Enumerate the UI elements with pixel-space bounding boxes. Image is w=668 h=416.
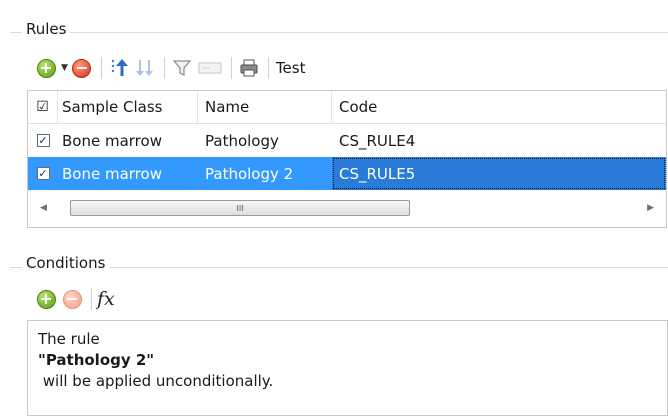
toolbar-separator bbox=[267, 57, 269, 79]
cell-name: Pathology 2 bbox=[205, 164, 294, 183]
scroll-right-icon[interactable]: ▶ bbox=[640, 203, 654, 213]
horizontal-scrollbar[interactable]: ◀ III ▶ bbox=[28, 189, 666, 227]
conditions-toolbar: + − fx bbox=[34, 285, 115, 313]
cell-name: Pathology bbox=[205, 131, 279, 150]
filter-icon bbox=[172, 60, 192, 76]
rules-group-title: Rules bbox=[22, 20, 71, 38]
filter-button[interactable] bbox=[170, 56, 194, 80]
remove-rule-button[interactable]: − bbox=[70, 56, 94, 80]
table-row-selected[interactable]: ✓ Bone marrow Pathology 2 CS_RULE5 bbox=[28, 157, 666, 190]
rules-group-border bbox=[10, 32, 668, 33]
cell-sample-class: Bone marrow bbox=[62, 164, 162, 183]
table-row[interactable]: ✓ Bone marrow Pathology CS_RULE4 bbox=[28, 124, 666, 157]
add-icon: + bbox=[36, 289, 56, 309]
conditions-group-title: Conditions bbox=[22, 254, 110, 272]
cell-code: CS_RULE4 bbox=[339, 131, 416, 150]
rules-table: ☑ Sample Class Name Code ✓ Bone marrow P… bbox=[27, 90, 667, 228]
description-rule-name: "Pathology 2" bbox=[38, 351, 155, 369]
rules-toolbar: + ▼ − Test bbox=[34, 54, 307, 82]
cell-sample-class: Bone marrow bbox=[62, 131, 162, 150]
column-header-code[interactable]: Code bbox=[332, 91, 666, 123]
toolbar-separator bbox=[91, 288, 92, 310]
column-header-name[interactable]: Name bbox=[198, 91, 332, 123]
remove-icon: − bbox=[62, 289, 82, 309]
description-line: will be applied unconditionally. bbox=[38, 372, 274, 390]
column-header-sample-class[interactable]: Sample Class bbox=[58, 91, 198, 123]
add-rule-button[interactable]: + bbox=[34, 56, 58, 80]
check-icon: ✓ bbox=[36, 134, 50, 147]
remove-condition-button[interactable]: − bbox=[60, 287, 84, 311]
add-condition-button[interactable]: + bbox=[34, 287, 58, 311]
move-up-button[interactable] bbox=[107, 56, 131, 80]
condition-description: The rule "Pathology 2" will be applied u… bbox=[27, 320, 668, 416]
select-all-check-icon: ☑ bbox=[36, 99, 49, 115]
table-header: ☑ Sample Class Name Code bbox=[28, 91, 666, 124]
toolbar-separator bbox=[100, 57, 102, 79]
description-line: The rule bbox=[38, 330, 100, 348]
move-down-icon bbox=[135, 60, 153, 76]
clear-filter-icon bbox=[198, 62, 222, 74]
toolbar-separator bbox=[163, 57, 165, 79]
cell-code[interactable]: CS_RULE5 bbox=[332, 157, 666, 190]
function-button[interactable]: fx bbox=[97, 288, 115, 310]
clear-filter-button[interactable] bbox=[196, 56, 224, 80]
print-button[interactable] bbox=[237, 56, 261, 80]
scroll-thumb[interactable]: III bbox=[70, 200, 410, 216]
select-all-checkbox[interactable]: ☑ bbox=[28, 91, 58, 123]
move-up-icon bbox=[111, 59, 128, 76]
scroll-left-icon[interactable]: ◀ bbox=[40, 203, 54, 213]
scroll-track[interactable]: III bbox=[54, 199, 640, 217]
move-down-button[interactable] bbox=[133, 56, 157, 80]
row-checkbox[interactable]: ✓ bbox=[28, 124, 58, 157]
remove-icon: − bbox=[72, 58, 92, 78]
toolbar-separator bbox=[230, 57, 232, 79]
dropdown-arrow-icon[interactable]: ▼ bbox=[61, 63, 68, 73]
test-button[interactable]: Test bbox=[274, 59, 308, 77]
check-icon: ✓ bbox=[36, 167, 50, 180]
add-icon: + bbox=[36, 58, 56, 78]
print-icon bbox=[240, 59, 258, 77]
row-checkbox[interactable]: ✓ bbox=[28, 157, 58, 190]
